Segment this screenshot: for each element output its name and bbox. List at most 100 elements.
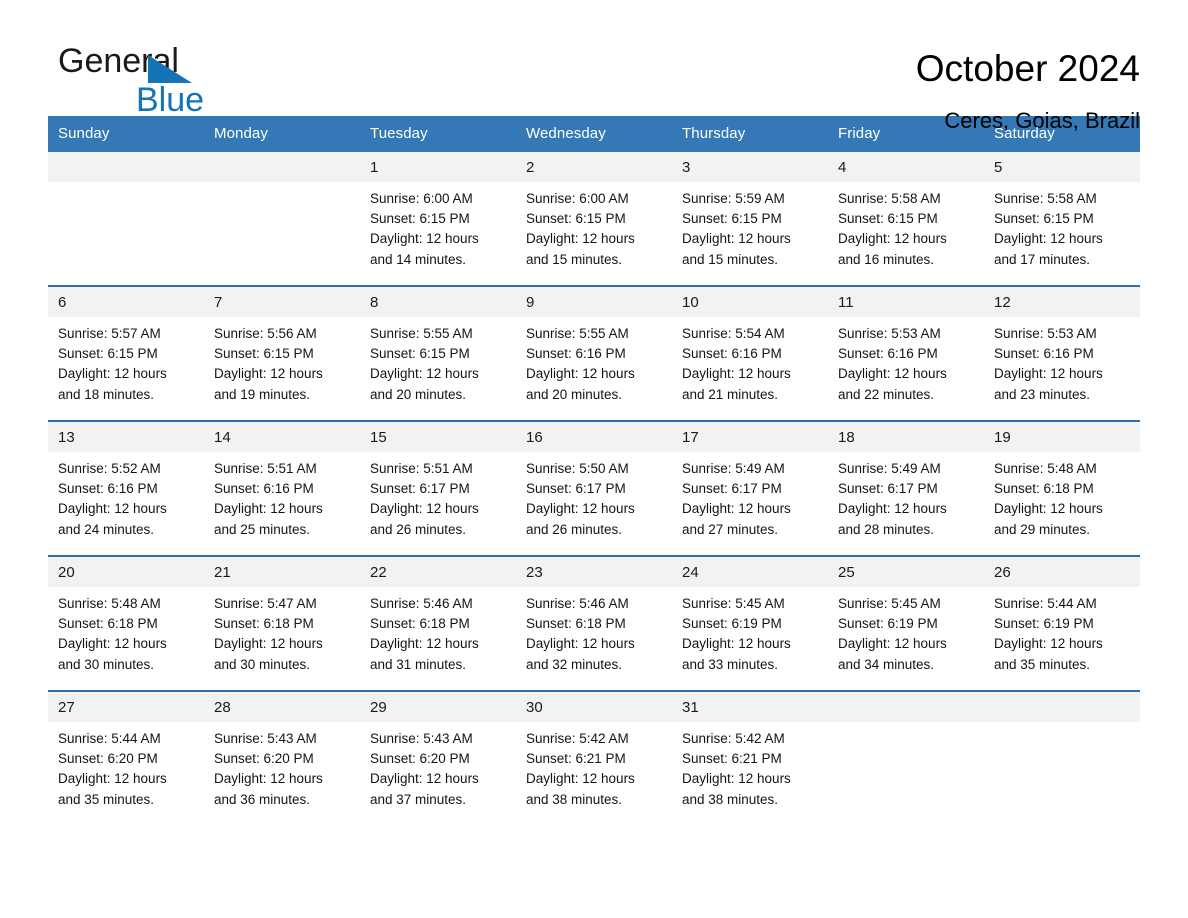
- day-number[interactable]: 22: [360, 557, 516, 587]
- day-cell[interactable]: Sunrise: 5:52 AM Sunset: 6:16 PM Daylight:…: [48, 452, 204, 555]
- day-number[interactable]: 30: [516, 692, 672, 722]
- day-number[interactable]: 6: [48, 287, 204, 317]
- daylight-text: and 15 minutes.: [526, 251, 623, 267]
- day-number[interactable]: 19: [984, 422, 1140, 452]
- daylight-text: and 37 minutes.: [370, 791, 467, 807]
- sunrise-text: Sunrise: 5:55 AM: [526, 326, 629, 341]
- day-cell[interactable]: Sunrise: 5:43 AM Sunset: 6:20 PM Daylight:…: [360, 722, 516, 825]
- sunset-text: Sunset: 6:19 PM: [838, 616, 938, 632]
- day-cell[interactable]: Sunrise: 5:58 AM Sunset: 6:15 PM Daylight:…: [984, 182, 1140, 285]
- day-number[interactable]: 7: [204, 287, 360, 317]
- day-number[interactable]: 9: [516, 287, 672, 317]
- day-number[interactable]: 17: [672, 422, 828, 452]
- day-number[interactable]: 25: [828, 557, 984, 587]
- sunset-text: Sunset: 6:17 PM: [370, 481, 470, 497]
- day-cell[interactable]: Sunrise: 5:46 AM Sunset: 6:18 PM Daylight:…: [360, 587, 516, 690]
- week-daynumber-band: 6 7 8 9 10 11 12: [48, 287, 1140, 317]
- day-number[interactable]: 26: [984, 557, 1140, 587]
- general-blue-logo: General Blue: [48, 44, 248, 120]
- day-number[interactable]: 12: [984, 287, 1140, 317]
- day-number[interactable]: 2: [516, 152, 672, 182]
- daylight-text: and 24 minutes.: [58, 521, 155, 537]
- sunrise-text: Sunrise: 5:59 AM: [682, 191, 785, 206]
- day-number[interactable]: 21: [204, 557, 360, 587]
- day-number[interactable]: 29: [360, 692, 516, 722]
- sunset-text: Sunset: 6:16 PM: [214, 481, 314, 497]
- day-number[interactable]: 8: [360, 287, 516, 317]
- day-cell[interactable]: Sunrise: 5:49 AM Sunset: 6:17 PM Daylight:…: [828, 452, 984, 555]
- triangle-icon: [148, 55, 192, 83]
- sunset-text: Sunset: 6:16 PM: [994, 346, 1094, 362]
- day-cell[interactable]: Sunrise: 5:53 AM Sunset: 6:16 PM Daylight:…: [828, 317, 984, 420]
- day-cell[interactable]: Sunrise: 5:56 AM Sunset: 6:15 PM Daylight:…: [204, 317, 360, 420]
- day-cell[interactable]: Sunrise: 5:51 AM Sunset: 6:17 PM Daylight:…: [360, 452, 516, 555]
- day-cell[interactable]: Sunrise: 5:48 AM Sunset: 6:18 PM Daylight:…: [48, 587, 204, 690]
- day-cell[interactable]: Sunrise: 5:42 AM Sunset: 6:21 PM Daylight:…: [516, 722, 672, 825]
- day-cell[interactable]: Sunrise: 5:45 AM Sunset: 6:19 PM Daylight:…: [828, 587, 984, 690]
- daylight-text: and 27 minutes.: [682, 521, 779, 537]
- day-cell[interactable]: Sunrise: 5:55 AM Sunset: 6:16 PM Daylight:…: [516, 317, 672, 420]
- daylight-text: Daylight: 12 hours: [370, 231, 479, 247]
- daylight-text: Daylight: 12 hours: [370, 366, 479, 382]
- day-cell[interactable]: Sunrise: 5:59 AM Sunset: 6:15 PM Daylight:…: [672, 182, 828, 285]
- day-cell[interactable]: Sunrise: 5:49 AM Sunset: 6:17 PM Daylight:…: [672, 452, 828, 555]
- day-cell[interactable]: Sunrise: 5:50 AM Sunset: 6:17 PM Daylight:…: [516, 452, 672, 555]
- day-number[interactable]: 18: [828, 422, 984, 452]
- calendar-week-row: 1 2 3 4 5 Sunrise: 6:00 AM Sunset: 6:15 PM Dayl…: [48, 152, 1140, 287]
- daylight-text: and 28 minutes.: [838, 521, 935, 537]
- day-cell[interactable]: Sunrise: 5:58 AM Sunset: 6:15 PM Daylight:…: [828, 182, 984, 285]
- sunset-text: Sunset: 6:18 PM: [526, 616, 626, 632]
- day-cell[interactable]: Sunrise: 5:54 AM Sunset: 6:16 PM Daylight:…: [672, 317, 828, 420]
- sunset-text: Sunset: 6:16 PM: [682, 346, 782, 362]
- day-number[interactable]: 24: [672, 557, 828, 587]
- day-number[interactable]: 20: [48, 557, 204, 587]
- daylight-text: and 20 minutes.: [526, 386, 623, 402]
- day-number[interactable]: 23: [516, 557, 672, 587]
- day-number[interactable]: 4: [828, 152, 984, 182]
- day-number-empty: [984, 692, 1140, 722]
- sunset-text: Sunset: 6:15 PM: [526, 211, 626, 227]
- sunset-text: Sunset: 6:21 PM: [526, 751, 626, 767]
- day-number[interactable]: 15: [360, 422, 516, 452]
- sunrise-text: Sunrise: 5:43 AM: [214, 731, 317, 746]
- daylight-text: Daylight: 12 hours: [994, 366, 1103, 382]
- day-number[interactable]: 13: [48, 422, 204, 452]
- day-cell[interactable]: Sunrise: 5:44 AM Sunset: 6:20 PM Daylight:…: [48, 722, 204, 825]
- day-number[interactable]: 31: [672, 692, 828, 722]
- day-number[interactable]: 16: [516, 422, 672, 452]
- daylight-text: Daylight: 12 hours: [214, 366, 323, 382]
- day-cell[interactable]: Sunrise: 5:42 AM Sunset: 6:21 PM Daylight:…: [672, 722, 828, 825]
- daylight-text: and 31 minutes.: [370, 656, 467, 672]
- sunset-text: Sunset: 6:15 PM: [838, 211, 938, 227]
- day-cell[interactable]: Sunrise: 5:45 AM Sunset: 6:19 PM Daylight:…: [672, 587, 828, 690]
- day-cell[interactable]: Sunrise: 5:55 AM Sunset: 6:15 PM Daylight:…: [360, 317, 516, 420]
- day-cell[interactable]: Sunrise: 6:00 AM Sunset: 6:15 PM Daylight:…: [360, 182, 516, 285]
- day-number[interactable]: 27: [48, 692, 204, 722]
- logo-text-blue: Blue: [136, 81, 205, 119]
- day-number[interactable]: 14: [204, 422, 360, 452]
- day-cell[interactable]: Sunrise: 5:57 AM Sunset: 6:15 PM Daylight:…: [48, 317, 204, 420]
- sunrise-text: Sunrise: 5:51 AM: [370, 461, 473, 476]
- day-number[interactable]: 5: [984, 152, 1140, 182]
- day-cell[interactable]: Sunrise: 5:43 AM Sunset: 6:20 PM Daylight:…: [204, 722, 360, 825]
- day-cell-empty: [204, 182, 360, 285]
- day-number[interactable]: 3: [672, 152, 828, 182]
- day-cell[interactable]: Sunrise: 5:46 AM Sunset: 6:18 PM Daylight:…: [516, 587, 672, 690]
- day-cell[interactable]: Sunrise: 5:44 AM Sunset: 6:19 PM Daylight:…: [984, 587, 1140, 690]
- day-number[interactable]: 11: [828, 287, 984, 317]
- day-cell[interactable]: Sunrise: 5:48 AM Sunset: 6:18 PM Daylight:…: [984, 452, 1140, 555]
- page-title: October 2024: [915, 48, 1140, 89]
- day-cell[interactable]: Sunrise: 5:53 AM Sunset: 6:16 PM Daylight:…: [984, 317, 1140, 420]
- daylight-text: Daylight: 12 hours: [214, 771, 323, 787]
- day-number[interactable]: 10: [672, 287, 828, 317]
- sunset-text: Sunset: 6:18 PM: [214, 616, 314, 632]
- day-cell[interactable]: Sunrise: 5:51 AM Sunset: 6:16 PM Daylight:…: [204, 452, 360, 555]
- day-cell[interactable]: Sunrise: 5:47 AM Sunset: 6:18 PM Daylight:…: [204, 587, 360, 690]
- day-cell[interactable]: Sunrise: 6:00 AM Sunset: 6:15 PM Daylight:…: [516, 182, 672, 285]
- daylight-text: Daylight: 12 hours: [994, 636, 1103, 652]
- day-number[interactable]: 1: [360, 152, 516, 182]
- daylight-text: Daylight: 12 hours: [370, 636, 479, 652]
- weekday-header-sunday: Sunday: [58, 125, 110, 142]
- day-number[interactable]: 28: [204, 692, 360, 722]
- daylight-text: and 34 minutes.: [838, 656, 935, 672]
